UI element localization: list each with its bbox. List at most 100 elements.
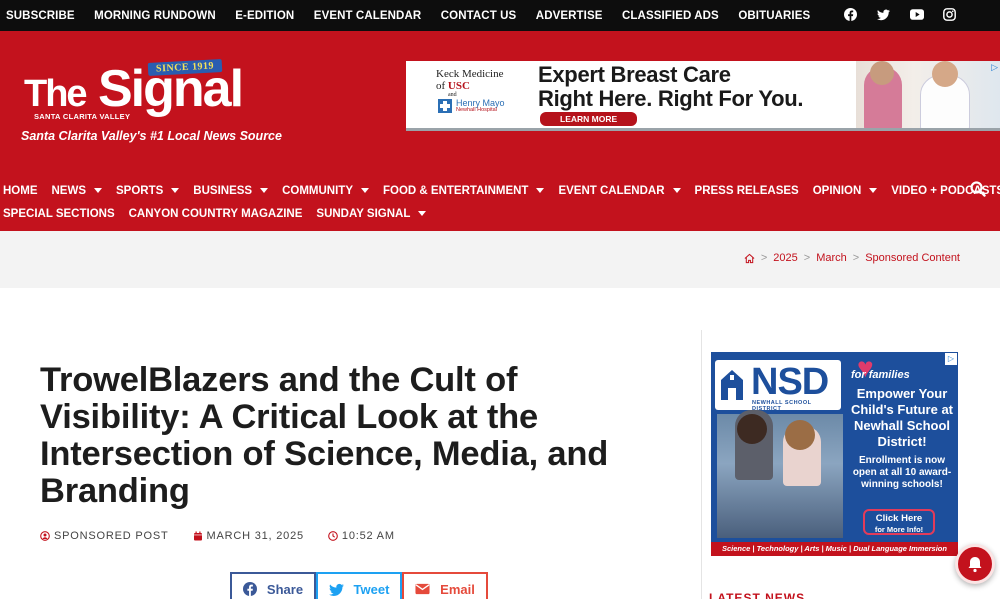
nav-press-releases[interactable]: PRESS RELEASES xyxy=(695,185,799,197)
breadcrumb-month[interactable]: March xyxy=(816,252,847,264)
nav-special-sections[interactable]: SPECIAL SECTIONS xyxy=(3,208,115,220)
user-icon xyxy=(40,531,50,541)
nav-food-label: FOOD & ENTERTAINMENT xyxy=(383,184,529,197)
meta-category[interactable]: SPONSORED POST xyxy=(40,530,169,542)
nav-event-calendar[interactable]: EVENT CALENDAR xyxy=(558,184,681,197)
nav-food-entertainment[interactable]: FOOD & ENTERTAINMENT xyxy=(383,184,545,197)
keck-prefix: of xyxy=(436,80,448,93)
top-link-event-calendar[interactable]: EVENT CALENDAR xyxy=(314,10,421,22)
nav-business-label: BUSINESS xyxy=(193,184,253,197)
breadcrumb: > 2025 > March > Sponsored Content xyxy=(744,252,960,264)
nav-business[interactable]: BUSINESS xyxy=(193,184,269,197)
henry-mayo-text: Henry Mayo Newhall Hospital xyxy=(456,99,505,114)
ad-choices-icon[interactable]: ▷ xyxy=(991,62,998,73)
twitter-icon[interactable] xyxy=(877,8,890,21)
meta-time-label: 10:52 AM xyxy=(341,530,395,542)
nav-press-label: PRESS RELEASES xyxy=(694,184,799,197)
home-icon[interactable] xyxy=(744,253,755,264)
keck-logo: Keck Medicine of USC and xyxy=(436,68,504,99)
nav-row-1: HOME NEWS SPORTS BUSINESS COMMUNITY FOOD… xyxy=(3,179,1000,202)
meta-time: 10:52 AM xyxy=(328,530,395,542)
ad-enrollment: Enrollment is now open at all 10 award-w… xyxy=(852,455,952,490)
breadcrumb-separator: > xyxy=(803,252,811,264)
site-tagline: Santa Clarita Valley's #1 Local News Sou… xyxy=(21,129,282,143)
ad-choices-icon[interactable]: ▷ xyxy=(945,353,957,365)
nsd-logo-box: NSD NEWHALL SCHOOL DISTRICT xyxy=(715,360,841,412)
search-icon[interactable] xyxy=(970,181,986,197)
sidebar-divider xyxy=(701,330,702,599)
share-email-button[interactable]: Email xyxy=(402,572,488,599)
learn-more-button[interactable]: LEARN MORE xyxy=(540,112,638,126)
top-link-subscribe[interactable]: SUBSCRIBE xyxy=(6,10,75,22)
chevron-down-icon xyxy=(361,188,370,193)
nav-home[interactable]: HOME xyxy=(3,185,38,197)
nav-news[interactable]: NEWS xyxy=(52,185,102,197)
email-icon xyxy=(415,583,430,595)
hospital-cross-icon xyxy=(438,99,452,114)
chevron-down-icon xyxy=(869,188,878,193)
clock-icon xyxy=(328,531,338,541)
nav-opinion[interactable]: OPINION xyxy=(813,185,878,197)
ad-student-1-head xyxy=(737,414,767,444)
breadcrumb-category[interactable]: Sponsored Content xyxy=(865,252,960,264)
nav-community-label: COMMUNITY xyxy=(282,184,354,197)
top-link-contact-us[interactable]: CONTACT US xyxy=(441,10,517,22)
nav-sunday-label: SUNDAY SIGNAL xyxy=(316,207,411,220)
ad-student-2-head xyxy=(785,420,815,450)
ad-headline-1: Expert Breast Care xyxy=(538,62,731,87)
share-facebook-button[interactable]: Share xyxy=(230,572,316,599)
nav-row-2: SPECIAL SECTIONS CANYON COUNTRY MAGAZINE… xyxy=(3,202,963,225)
top-banner-ad[interactable]: Keck Medicine of USC and Henry Mayo Newh… xyxy=(406,61,1000,131)
article-title: TrowelBlazers and the Cult of Visibility… xyxy=(40,361,609,510)
main-nav: HOME NEWS SPORTS BUSINESS COMMUNITY FOOD… xyxy=(3,179,1000,225)
breadcrumb-band: > 2025 > March > Sponsored Content xyxy=(0,231,1000,288)
site-header: SINCE 1919 The Signal SANTA CLARITA VALL… xyxy=(0,31,1000,231)
ad-headline: Expert Breast Care Right Here. Right For… xyxy=(538,63,803,110)
top-link-classified-ads[interactable]: CLASSIFIED ADS xyxy=(622,10,719,22)
top-link-e-edition[interactable]: E-EDITION xyxy=(235,10,294,22)
nav-canyon-country-magazine[interactable]: CANYON COUNTRY MAGAZINE xyxy=(129,208,303,220)
keck-brand: USC xyxy=(447,80,470,93)
facebook-icon[interactable] xyxy=(844,8,857,21)
meta-date: MARCH 31, 2025 xyxy=(193,530,304,542)
share-twitter-button[interactable]: Tweet xyxy=(316,572,402,599)
nav-opinion-label: OPINION xyxy=(812,184,862,197)
logo-subtitle: SANTA CLARITA VALLEY xyxy=(34,112,131,121)
chevron-down-icon xyxy=(418,211,427,216)
breadcrumb-separator: > xyxy=(760,252,768,264)
nsd-subtitle: NEWHALL SCHOOL DISTRICT xyxy=(752,400,812,412)
top-link-morning-rundown[interactable]: MORNING RUNDOWN xyxy=(94,10,216,22)
ad-bottom-shadow xyxy=(406,128,1000,131)
click-here-button[interactable]: Click Here for More Info! xyxy=(863,509,935,535)
breadcrumb-year[interactable]: 2025 xyxy=(773,252,797,264)
calendar-icon xyxy=(193,531,202,541)
latest-news-heading: LATEST NEWS xyxy=(709,591,806,599)
site-logo[interactable]: SINCE 1919 The Signal SANTA CLARITA VALL… xyxy=(21,59,282,151)
nav-event-label: EVENT CALENDAR xyxy=(558,184,665,197)
youtube-icon[interactable] xyxy=(910,8,924,21)
notification-bell-button[interactable] xyxy=(955,544,995,584)
nav-sunday-signal[interactable]: SUNDAY SIGNAL xyxy=(316,207,427,220)
henry-mayo-sub: Newhall Hospital xyxy=(456,107,497,113)
nav-sports[interactable]: SPORTS xyxy=(116,185,180,197)
nsd-logo: NSD xyxy=(751,361,829,403)
top-bar: SUBSCRIBE MORNING RUNDOWN E-EDITION EVEN… xyxy=(0,0,1000,31)
chevron-down-icon xyxy=(171,188,180,193)
nav-home-label: HOME xyxy=(3,184,38,197)
ad-person-1-head xyxy=(870,61,894,85)
social-links xyxy=(844,8,956,21)
sidebar-ad[interactable]: NSD NEWHALL SCHOOL DISTRICT ♥ for famili… xyxy=(711,352,958,556)
top-link-obituaries[interactable]: OBITUARIES xyxy=(738,10,810,22)
top-link-advertise[interactable]: ADVERTISE xyxy=(536,10,603,22)
bell-icon xyxy=(968,557,982,573)
instagram-icon[interactable] xyxy=(943,8,956,21)
nav-canyon-label: CANYON COUNTRY MAGAZINE xyxy=(128,207,303,220)
cta-line2: for More Info! xyxy=(874,525,924,534)
twitter-icon xyxy=(328,583,344,596)
ad-headline-2: Right Here. Right For You. xyxy=(538,85,804,111)
breadcrumb-separator: > xyxy=(852,252,860,264)
share-buttons: Share Tweet Email xyxy=(230,572,488,599)
nav-community[interactable]: COMMUNITY xyxy=(282,184,370,197)
meta-category-label: SPONSORED POST xyxy=(54,530,169,542)
henry-mayo-logo: Henry Mayo Newhall Hospital xyxy=(438,99,505,114)
